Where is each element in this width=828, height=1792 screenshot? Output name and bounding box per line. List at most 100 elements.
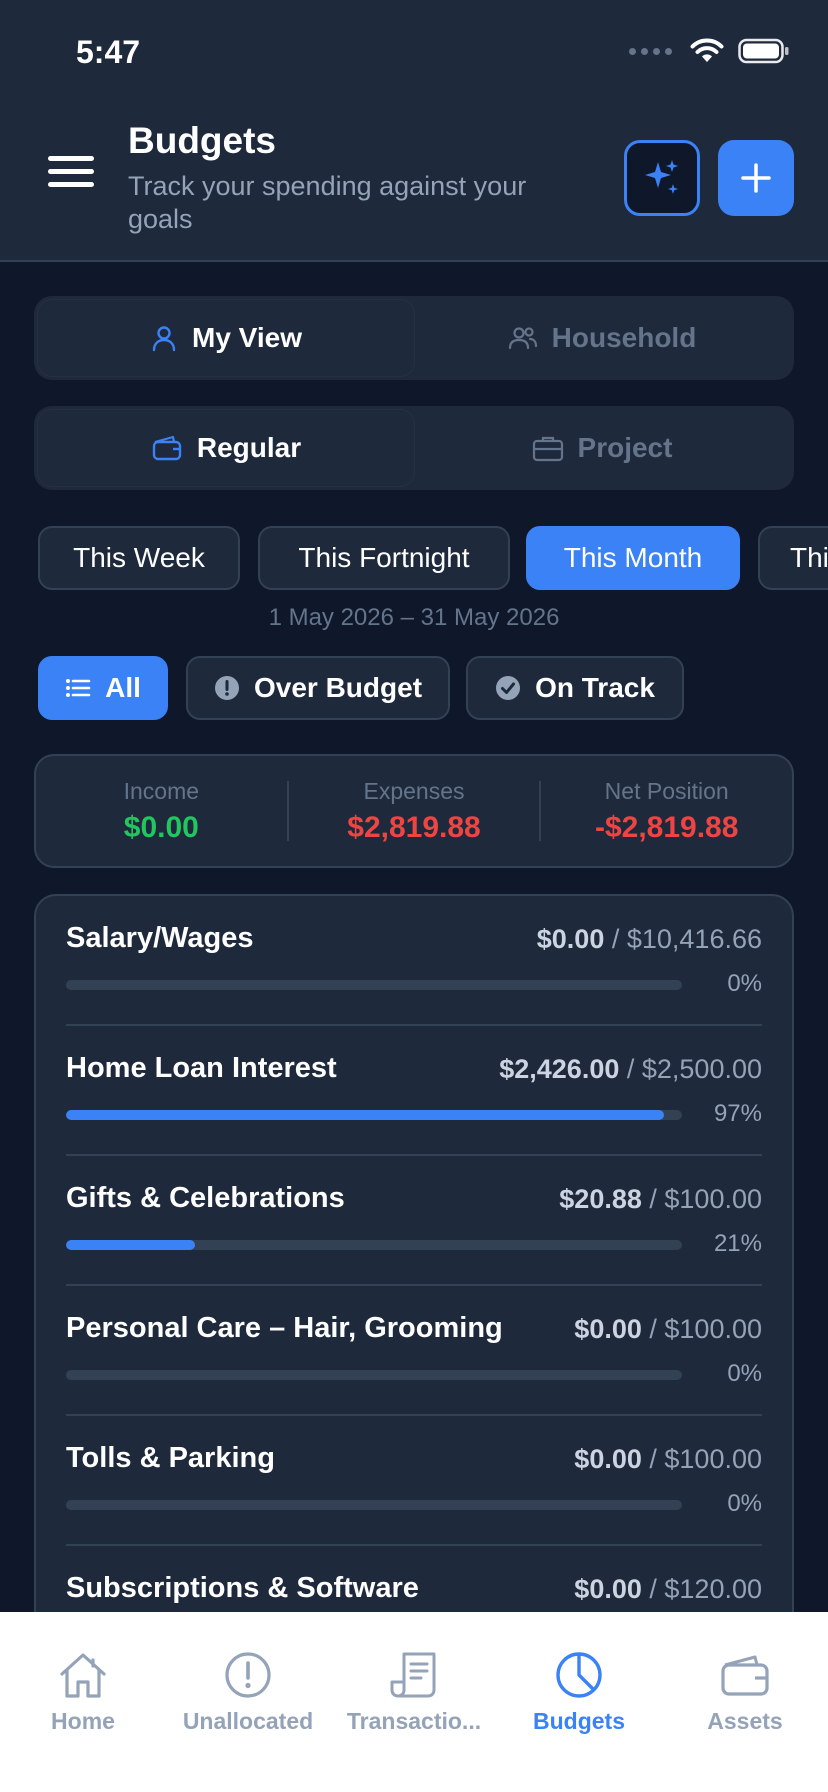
budget-name: Personal Care – Hair, Grooming <box>66 1312 503 1344</box>
filter-on-track[interactable]: On Track <box>466 656 684 720</box>
tab-budgets-label: Budgets <box>533 1708 625 1734</box>
budget-amount: $2,426.00 / $2,500.00 <box>499 1054 762 1084</box>
period-this-fortnight[interactable]: This Fortnight <box>258 526 510 590</box>
filter-all[interactable]: All <box>38 656 168 720</box>
tab-bar: Home Unallocated Transactio... Budgets A… <box>0 1612 828 1792</box>
users-icon <box>508 327 537 350</box>
signal-dots-icon <box>629 47 672 55</box>
receipt-icon <box>390 1652 436 1698</box>
toggle-project-label: Project <box>577 432 673 463</box>
view-toggle: My View Household <box>34 296 794 380</box>
tab-assets[interactable]: Assets <box>662 1648 828 1735</box>
progress-track <box>66 1240 682 1250</box>
period-this-month[interactable]: This Month <box>526 526 740 590</box>
toggle-regular[interactable]: Regular <box>38 410 414 486</box>
page-title: Budgets <box>128 120 276 161</box>
home-icon <box>60 1653 106 1698</box>
budget-percent: 97% <box>713 1100 762 1127</box>
budget-spent: $0.00 <box>574 1444 642 1474</box>
summary-card: Income $0.00 Expenses $2,819.88 Net Posi… <box>34 754 794 868</box>
budget-list: Salary/Wages $0.00 / $10,416.66 0% Home … <box>34 894 794 1694</box>
filter-over-budget[interactable]: Over Budget <box>186 656 450 720</box>
tab-unallocated[interactable]: Unallocated <box>165 1648 331 1735</box>
tab-assets-label: Assets <box>707 1708 783 1734</box>
budget-percent: 0% <box>727 1360 762 1387</box>
briefcase-icon <box>532 436 563 462</box>
budget-name: Tolls & Parking <box>66 1442 275 1474</box>
tab-home-label: Home <box>51 1708 115 1734</box>
summary-expenses: Expenses $2,819.88 <box>289 778 540 845</box>
budget-name: Salary/Wages <box>66 922 254 954</box>
net-value: -$2,819.88 <box>594 810 739 844</box>
toggle-household-label: Household <box>551 322 697 353</box>
budget-limit: $100.00 <box>664 1444 762 1474</box>
budget-row[interactable]: Personal Care – Hair, Grooming $0.00 / $… <box>66 1286 762 1416</box>
progress-fill <box>66 1240 196 1250</box>
budget-amount: $20.88 / $100.00 <box>559 1184 762 1214</box>
budget-percent: 21% <box>713 1230 762 1257</box>
budget-filters: All Over Budget On Track <box>0 656 828 720</box>
list-icon <box>66 679 91 697</box>
plus-icon <box>741 163 771 193</box>
budget-limit: $10,416.66 <box>626 924 762 954</box>
period-selector: This Week This Fortnight This Month This… <box>38 526 828 592</box>
status-bar: 5:47 <box>0 0 828 100</box>
budget-name: Subscriptions & Software <box>66 1572 419 1604</box>
budget-limit: $2,500.00 <box>641 1054 762 1084</box>
hamburger-icon <box>48 156 94 161</box>
toggle-project[interactable]: Project <box>414 410 790 486</box>
summary-net: Net Position -$2,819.88 <box>541 778 792 845</box>
toggle-regular-label: Regular <box>196 432 302 463</box>
status-icons <box>629 38 790 64</box>
income-label: Income <box>123 777 200 804</box>
add-budget-button[interactable] <box>718 140 794 216</box>
pie-chart-icon <box>556 1652 602 1698</box>
wifi-icon <box>690 38 724 62</box>
date-range: 1 May 2026 – 31 May 2026 <box>268 604 560 631</box>
budget-row[interactable]: Tolls & Parking $0.00 / $100.00 0% <box>66 1416 762 1546</box>
expenses-value: $2,819.88 <box>347 810 481 844</box>
period-this-year[interactable]: This Year <box>758 526 828 590</box>
tab-transactions[interactable]: Transactio... <box>331 1648 497 1735</box>
wallet-icon <box>152 435 182 461</box>
page-subtitle: Track your spending against your goals <box>128 171 527 234</box>
ai-insights-button[interactable] <box>624 140 700 216</box>
wallet-icon <box>721 1655 769 1696</box>
budget-spent: $0.00 <box>536 924 605 954</box>
app-header: Budgets Track your spending against your… <box>0 100 828 262</box>
budget-row[interactable]: Gifts & Celebrations $20.88 / $100.00 21… <box>66 1156 762 1286</box>
toggle-my-view-label: My View <box>192 322 302 353</box>
progress-fill <box>66 1110 664 1120</box>
income-value: $0.00 <box>123 810 199 844</box>
period-this-week[interactable]: This Week <box>38 526 240 590</box>
check-circle-icon <box>496 676 521 700</box>
budget-spent: $0.00 <box>574 1574 642 1604</box>
budget-amount: $0.00 / $10,416.66 <box>536 924 762 954</box>
budget-limit: $100.00 <box>664 1314 762 1344</box>
budget-spent: $2,426.00 <box>499 1054 620 1084</box>
budget-amount: $0.00 / $120.00 <box>574 1574 762 1604</box>
menu-button[interactable] <box>48 156 94 192</box>
progress-track <box>66 980 682 990</box>
filter-on-track-label: On Track <box>535 672 655 703</box>
net-label: Net Position <box>604 777 729 804</box>
budget-amount: $0.00 / $100.00 <box>574 1314 762 1344</box>
budget-row[interactable]: Home Loan Interest $2,426.00 / $2,500.00… <box>66 1026 762 1156</box>
budget-row[interactable]: Salary/Wages $0.00 / $10,416.66 0% <box>66 896 762 1026</box>
user-icon <box>152 326 176 352</box>
progress-track <box>66 1500 682 1510</box>
budget-percent: 0% <box>727 1490 762 1517</box>
toggle-my-view[interactable]: My View <box>38 300 414 376</box>
tab-home[interactable]: Home <box>0 1648 166 1735</box>
sparkles-icon <box>645 160 678 194</box>
tab-budgets[interactable]: Budgets <box>496 1648 662 1735</box>
battery-icon <box>738 38 789 64</box>
budget-amount: $0.00 / $100.00 <box>574 1444 762 1474</box>
toggle-household[interactable]: Household <box>414 300 790 376</box>
summary-income: Income $0.00 <box>36 778 287 845</box>
progress-track <box>66 1110 682 1120</box>
budget-spent: $0.00 <box>574 1314 642 1344</box>
budget-name: Gifts & Celebrations <box>66 1182 345 1214</box>
filter-over-budget-label: Over Budget <box>253 672 423 703</box>
budget-type-toggle: Regular Project <box>34 406 794 490</box>
